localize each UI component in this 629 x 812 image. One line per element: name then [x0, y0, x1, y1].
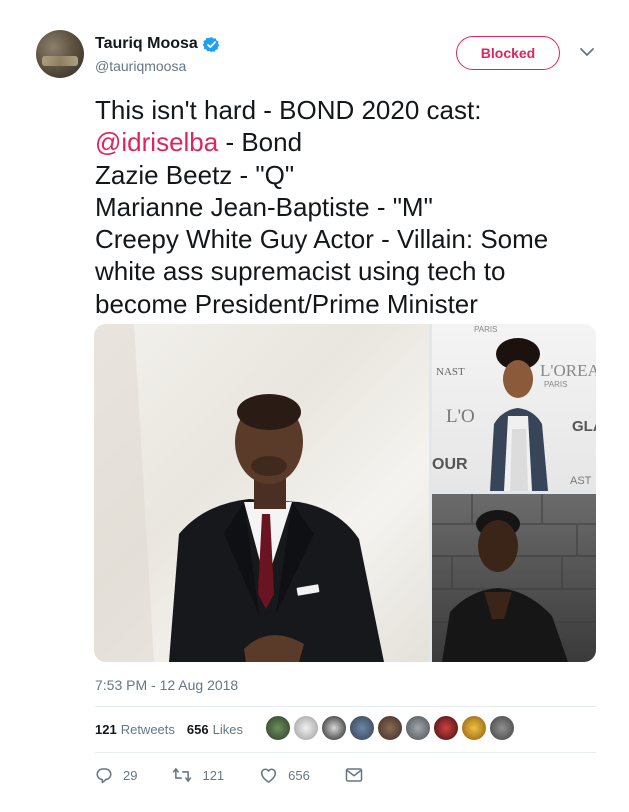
- liker-avatar[interactable]: [377, 715, 403, 741]
- tweet-media-grid: PARIS NAST L'OREAL PARIS L'O GLA OUR AST: [94, 324, 596, 662]
- signage-text: AST: [570, 475, 592, 487]
- retweets-stat[interactable]: 121 Retweets: [95, 722, 175, 737]
- like-count: 656: [288, 767, 310, 783]
- portrait-woman-red-carpet-image: PARIS NAST L'OREAL PARIS L'O GLA OUR AST: [432, 325, 596, 491]
- like-button[interactable]: 656: [259, 766, 310, 784]
- envelope-icon: [345, 768, 363, 782]
- blocked-button[interactable]: Blocked: [456, 36, 560, 70]
- tweet-timestamp[interactable]: 7:53 PM - 12 Aug 2018: [95, 677, 238, 693]
- signage-text: PARIS: [474, 325, 497, 334]
- tweet-actions: 29 121 656: [95, 766, 408, 784]
- portrait-man-in-suit-image: [94, 324, 384, 662]
- likes-stat[interactable]: 656 Likes: [187, 722, 243, 737]
- reply-icon: [96, 768, 112, 784]
- liker-avatars: [265, 715, 517, 741]
- liker-avatar[interactable]: [349, 715, 375, 741]
- tweet-text-line: This isn't hard - BOND 2020 cast:: [95, 95, 482, 125]
- author-name-row[interactable]: Tauriq Moosa: [95, 35, 220, 53]
- direct-message-button[interactable]: [345, 767, 373, 783]
- author-display-name[interactable]: Tauriq Moosa: [95, 35, 198, 53]
- media-photo-bottom-right[interactable]: [432, 494, 596, 662]
- liker-avatar[interactable]: [265, 715, 291, 741]
- likes-label: Likes: [212, 722, 243, 737]
- chevron-down-icon[interactable]: [579, 46, 595, 58]
- liker-avatar[interactable]: [405, 715, 431, 741]
- verified-badge-icon: [202, 36, 220, 52]
- tweet-text: This isn't hard - BOND 2020 cast: @idris…: [95, 94, 605, 320]
- signage-text: L'O: [446, 406, 475, 427]
- media-photo-main[interactable]: [94, 324, 429, 662]
- signage-text: OUR: [432, 456, 468, 473]
- mention-link[interactable]: @idriselba: [95, 127, 218, 157]
- signage-text: NAST: [436, 366, 465, 378]
- signage-text: L'OREAL: [540, 361, 596, 380]
- retweet-count: 121: [202, 767, 225, 783]
- signage-text: GLA: [572, 418, 596, 435]
- liker-avatar[interactable]: [433, 715, 459, 741]
- author-avatar[interactable]: [36, 30, 84, 78]
- retweet-button[interactable]: 121: [172, 766, 224, 784]
- liker-avatar[interactable]: [461, 715, 487, 741]
- retweets-count: 121: [95, 722, 117, 737]
- signage-text: PARIS: [544, 380, 567, 389]
- engagement-stats: 121 Retweets 656 Likes: [95, 722, 243, 737]
- liker-avatar[interactable]: [321, 715, 347, 741]
- portrait-woman-brick-wall-image: [432, 494, 596, 662]
- retweets-label: Retweets: [120, 722, 175, 737]
- reply-count: 29: [123, 767, 138, 783]
- author-handle[interactable]: @tauriqmoosa: [95, 58, 186, 74]
- retweet-icon: [173, 768, 192, 782]
- divider: [95, 706, 596, 707]
- liker-avatar[interactable]: [293, 715, 319, 741]
- likes-count: 656: [186, 722, 209, 737]
- reply-button[interactable]: 29: [95, 766, 137, 784]
- divider: [95, 752, 596, 753]
- liker-avatar[interactable]: [489, 715, 515, 741]
- media-photo-top-right[interactable]: PARIS NAST L'OREAL PARIS L'O GLA OUR AST: [432, 324, 596, 491]
- heart-icon: [261, 768, 277, 783]
